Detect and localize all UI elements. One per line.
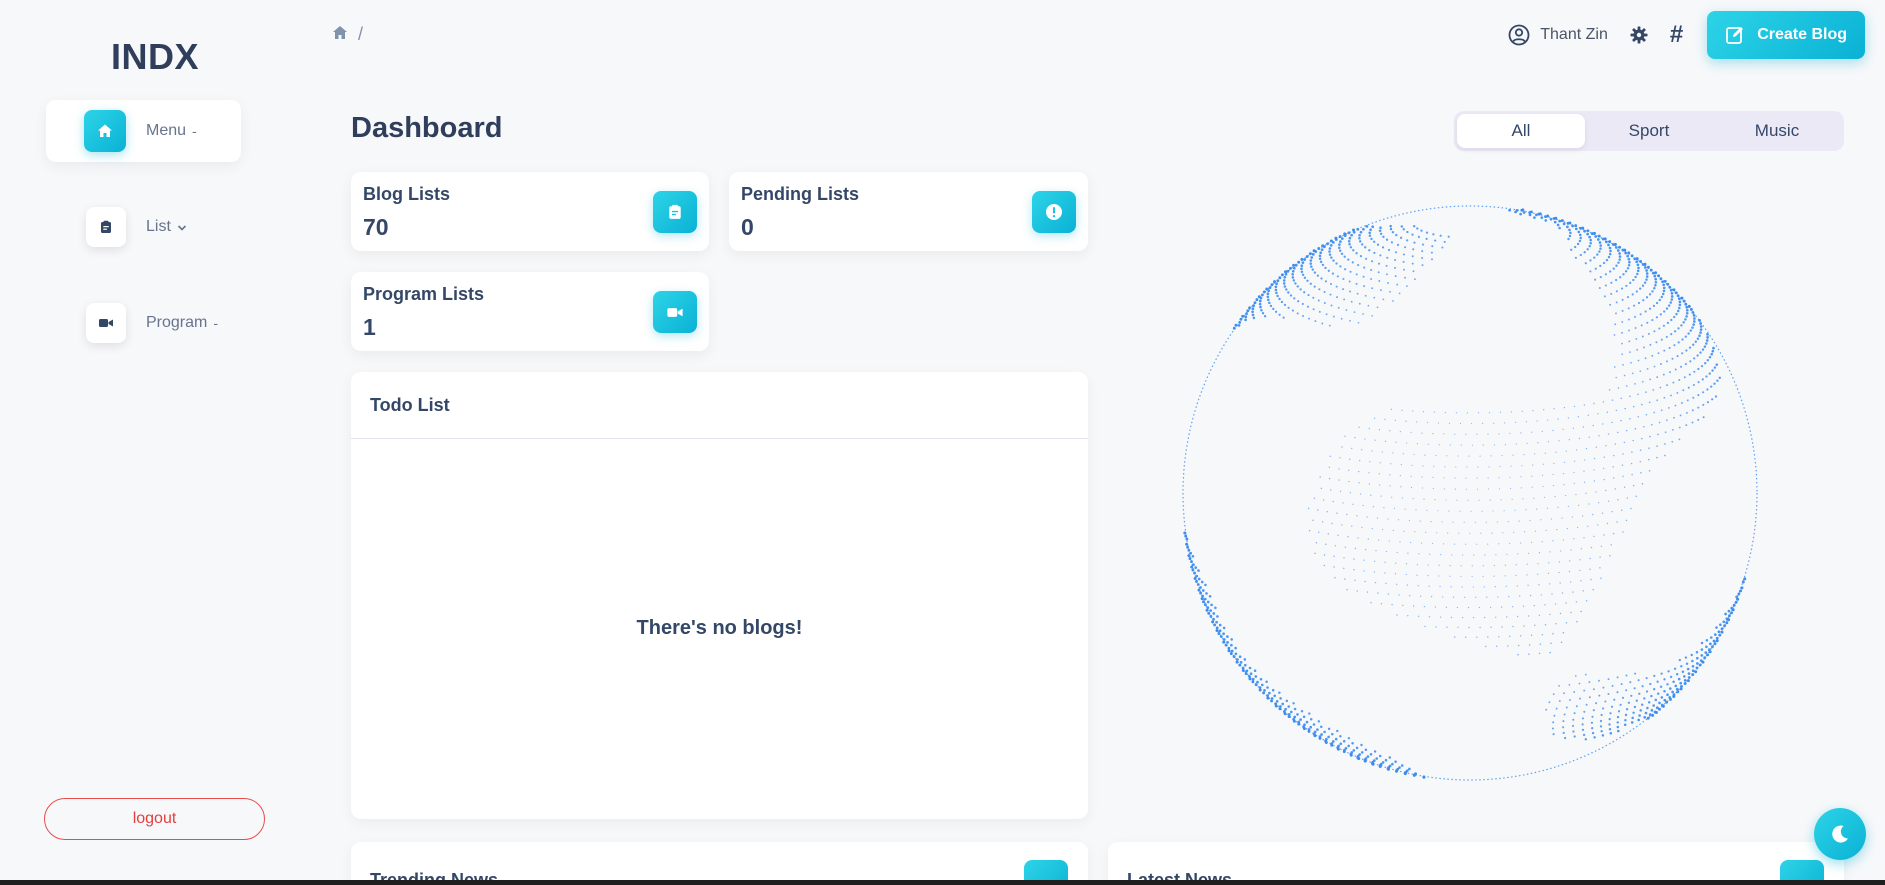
topbar-actions: Thant Zin # Create Blog bbox=[1508, 11, 1865, 59]
create-blog-button[interactable]: Create Blog bbox=[1707, 11, 1865, 59]
gear-icon[interactable] bbox=[1630, 26, 1648, 44]
todo-list-card: Todo List There's no blogs! bbox=[351, 372, 1088, 819]
breadcrumb-separator: / bbox=[358, 24, 364, 44]
sidebar-item-caret: - bbox=[192, 123, 197, 139]
stat-label: Blog Lists bbox=[363, 184, 451, 204]
alert-icon bbox=[1032, 191, 1076, 233]
clipboard-icon bbox=[653, 191, 697, 233]
user-circle-icon bbox=[1508, 24, 1530, 46]
breadcrumb: / bbox=[332, 24, 363, 45]
stat-value: 1 bbox=[363, 314, 376, 340]
moon-icon bbox=[1832, 825, 1848, 843]
tab-music[interactable]: Music bbox=[1713, 114, 1841, 148]
user-name: Thant Zin bbox=[1540, 26, 1608, 43]
chevron-down-icon bbox=[177, 219, 187, 235]
dotted-globe-graphic bbox=[1182, 205, 1758, 781]
home-icon[interactable] bbox=[332, 24, 348, 45]
stat-label: Program Lists bbox=[363, 284, 485, 304]
logout-button[interactable]: logout bbox=[44, 798, 265, 840]
stat-value: 0 bbox=[741, 214, 754, 240]
todo-title: Todo List bbox=[351, 372, 1088, 439]
sidebar-item-menu[interactable]: Menu - bbox=[46, 100, 241, 162]
latest-news-card: Latest News bbox=[1108, 842, 1844, 885]
empty-state-message: There's no blogs! bbox=[636, 617, 803, 639]
tab-all[interactable]: All bbox=[1457, 114, 1585, 148]
dark-mode-toggle[interactable] bbox=[1814, 808, 1866, 860]
stat-label: Pending Lists bbox=[741, 184, 860, 204]
video-icon bbox=[653, 291, 697, 333]
edit-icon bbox=[1726, 27, 1744, 44]
hashtag-icon[interactable]: # bbox=[1670, 23, 1683, 47]
home-icon bbox=[84, 110, 126, 152]
sidebar-item-program[interactable]: Program - bbox=[46, 292, 241, 354]
stat-card-program-lists: Program Lists 1 bbox=[351, 272, 709, 351]
sidebar-item-list[interactable]: List bbox=[46, 196, 241, 258]
sidebar: INDX Menu - List Program - logout bbox=[0, 0, 310, 885]
video-icon bbox=[86, 303, 126, 343]
sidebar-item-label: Program bbox=[146, 314, 208, 331]
clipboard-icon bbox=[86, 207, 126, 247]
sidebar-item-label: List bbox=[146, 218, 171, 235]
sidebar-item-caret: - bbox=[213, 315, 219, 331]
stat-card-pending-lists: Pending Lists 0 bbox=[729, 172, 1088, 251]
brand-logo: INDX bbox=[110, 36, 199, 77]
stat-card-blog-lists: Blog Lists 70 bbox=[351, 172, 709, 251]
bottom-edge bbox=[0, 880, 1885, 885]
stat-value: 70 bbox=[363, 214, 389, 240]
trending-news-card: Trending News bbox=[351, 842, 1088, 885]
page-title: Dashboard bbox=[351, 112, 503, 144]
sidebar-item-label: Menu bbox=[146, 122, 187, 139]
user-menu[interactable]: Thant Zin bbox=[1508, 24, 1608, 46]
tab-sport[interactable]: Sport bbox=[1585, 114, 1713, 148]
create-blog-label: Create Blog bbox=[1757, 26, 1847, 43]
category-filter-tabs: All Sport Music bbox=[1454, 111, 1844, 151]
